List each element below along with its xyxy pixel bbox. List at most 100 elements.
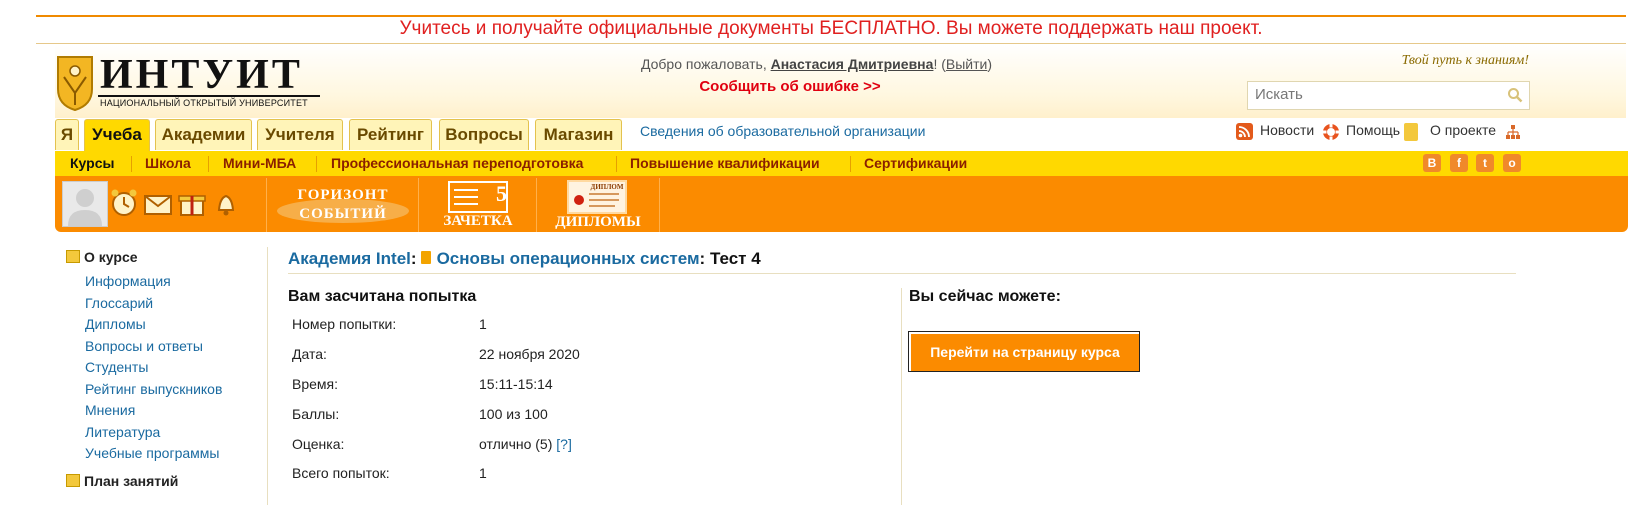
- tab-rating[interactable]: Рейтинг: [349, 119, 432, 150]
- go-to-course-label: Перейти на страницу курса: [911, 334, 1139, 371]
- support-banner[interactable]: Учитесь и получайте официальные документ…: [36, 18, 1626, 40]
- sitemap-icon[interactable]: [1506, 125, 1520, 139]
- events-horizon-button[interactable]: ГОРИЗОНТ СОБЫТИЙ: [266, 178, 419, 232]
- diplomas-button[interactable]: ДИПЛОМ ДИПЛОМЫ: [536, 178, 660, 232]
- facebook-icon[interactable]: f: [1450, 154, 1468, 172]
- grade-help-link[interactable]: [?]: [556, 436, 572, 452]
- actions-title: Вы сейчас можете:: [909, 288, 1061, 305]
- gradebook-button[interactable]: 5 ЗАЧЕТКА: [418, 178, 537, 232]
- tab-academies[interactable]: Академии: [155, 119, 252, 150]
- sidebar-item-students[interactable]: Студенты: [85, 359, 148, 375]
- sidebar-item-glossary[interactable]: Глоссарий: [85, 295, 153, 311]
- subnav-school[interactable]: Школа: [145, 155, 191, 171]
- breadcrumb: Академия Intel: Основы операционных систе…: [288, 249, 761, 269]
- subnav-separator: [131, 156, 132, 172]
- subnav-separator: [616, 156, 617, 172]
- tab-study[interactable]: Учеба: [84, 119, 150, 152]
- welcome-prefix: Добро пожаловать,: [640, 56, 771, 72]
- logo-rule: [98, 95, 320, 97]
- subnav-courses[interactable]: Курсы: [70, 155, 114, 171]
- gradebook-label: ЗАЧЕТКА: [443, 213, 513, 229]
- horizon-label-line1: ГОРИЗОНТ: [297, 187, 389, 203]
- slogan: Твой путь к знаниям!: [1401, 53, 1529, 68]
- attempt-time-value: 15:11-15:14: [479, 376, 553, 392]
- subnav-retraining[interactable]: Профессиональная переподготовка: [331, 155, 583, 171]
- attempt-grade: отлично (5) [?]: [479, 436, 572, 452]
- attempt-grade-value: отлично (5): [479, 436, 553, 452]
- bell-icon[interactable]: [211, 188, 241, 218]
- subnav-separator: [850, 156, 851, 172]
- attempt-total-label: Всего попыток:: [292, 465, 390, 481]
- about-link[interactable]: О проекте: [1430, 122, 1496, 138]
- attempt-date-label: Дата:: [292, 346, 327, 362]
- sidebar-item-graduates-rating[interactable]: Рейтинг выпускников: [85, 381, 222, 397]
- sidebar-section-plan[interactable]: План занятий: [66, 473, 178, 489]
- search-box: [1247, 81, 1530, 110]
- welcome-mid: ! (: [933, 56, 946, 72]
- book-icon: [420, 251, 431, 264]
- attempt-number-label: Номер попытки:: [292, 316, 397, 332]
- org-info-link[interactable]: Сведения об образовательной организации: [640, 123, 925, 139]
- subnav-certifications[interactable]: Сертификации: [864, 155, 967, 171]
- vk-icon[interactable]: В: [1423, 154, 1441, 172]
- breadcrumb-test: Тест 4: [709, 249, 761, 268]
- tab-me[interactable]: Я: [55, 119, 79, 150]
- subnav-separator: [208, 156, 209, 172]
- attempt-grade-label: Оценка:: [292, 436, 345, 452]
- alarm-clock-icon[interactable]: [109, 188, 139, 218]
- sidebar-section-label: О курсе: [84, 249, 138, 265]
- subnav-separator: [316, 156, 317, 172]
- tab-shop[interactable]: Магазин: [535, 119, 622, 150]
- logout-link[interactable]: Выйти: [946, 56, 987, 72]
- tab-teachers[interactable]: Учителя: [257, 119, 343, 150]
- sidebar-section-label: План занятий: [84, 473, 179, 489]
- avatar[interactable]: [62, 181, 108, 227]
- go-to-course-button[interactable]: Перейти на страницу курса: [908, 331, 1140, 372]
- gift-icon[interactable]: [177, 188, 207, 218]
- folder-icon: [66, 474, 80, 487]
- breadcrumb-separator: :: [410, 249, 417, 268]
- breadcrumb-academy[interactable]: Академия Intel: [288, 249, 411, 268]
- sidebar-item-qa[interactable]: Вопросы и ответы: [85, 338, 203, 354]
- attempt-score-value: 100 из 100: [479, 406, 548, 422]
- top-divider: [36, 15, 1626, 17]
- sidebar-item-diplomas[interactable]: Дипломы: [85, 316, 146, 332]
- lifebuoy-icon: [1322, 123, 1340, 141]
- attempt-number-value: 1: [479, 316, 487, 332]
- attempt-total-value: 1: [479, 465, 487, 481]
- subnav-qualification[interactable]: Повышение квалификации: [630, 155, 820, 171]
- sidebar-section-about[interactable]: О курсе: [66, 249, 138, 265]
- rss-icon: [1236, 123, 1253, 140]
- subnav-mini-mba[interactable]: Мини-МБА: [223, 155, 296, 171]
- horizon-label-line2: СОБЫТИЙ: [299, 206, 387, 222]
- breadcrumb-separator: :: [699, 249, 710, 268]
- diplomas-label: ДИПЛОМЫ: [555, 214, 641, 230]
- breadcrumb-course[interactable]: Основы операционных систем: [437, 249, 700, 268]
- news-link[interactable]: Новости: [1260, 122, 1314, 138]
- attempt-date-value: 22 ноября 2020: [479, 346, 580, 362]
- sidebar-item-literature[interactable]: Литература: [85, 424, 160, 440]
- tab-questions[interactable]: Вопросы: [439, 119, 529, 150]
- attempt-title: Вам засчитана попытка: [288, 288, 477, 305]
- sub-navigation: Курсы Школа Мини-МБА Профессиональная пе…: [55, 151, 1628, 176]
- sidebar-item-info[interactable]: Информация: [85, 273, 171, 289]
- folder-icon: [66, 250, 80, 263]
- help-link[interactable]: Помощь: [1346, 122, 1400, 138]
- sidebar-divider: [267, 247, 268, 505]
- welcome-end: ): [987, 56, 993, 72]
- twitter-icon[interactable]: t: [1476, 154, 1494, 172]
- breadcrumb-divider: [288, 273, 1516, 274]
- gradebook-number: 5: [496, 181, 507, 206]
- mail-icon[interactable]: [143, 188, 173, 218]
- user-name-link[interactable]: Анастасия Дмитриевна: [771, 56, 934, 72]
- attempt-score-label: Баллы:: [292, 406, 340, 422]
- odnoklassniki-icon[interactable]: о: [1503, 154, 1521, 172]
- search-input[interactable]: [1248, 82, 1512, 107]
- sidebar-item-programs[interactable]: Учебные программы: [85, 445, 219, 461]
- attempt-time-label: Время:: [292, 376, 339, 392]
- sidebar-item-opinions[interactable]: Мнения: [85, 402, 135, 418]
- diploma-badge-text: ДИПЛОМ: [590, 183, 624, 191]
- logo-subtitle: НАЦИОНАЛЬНЫЙ ОТКРЫТЫЙ УНИВЕРСИТЕТ: [100, 98, 308, 108]
- search-icon[interactable]: [1507, 87, 1523, 103]
- welcome-message: Добро пожаловать, Анастасия Дмитриевна! …: [0, 56, 1633, 72]
